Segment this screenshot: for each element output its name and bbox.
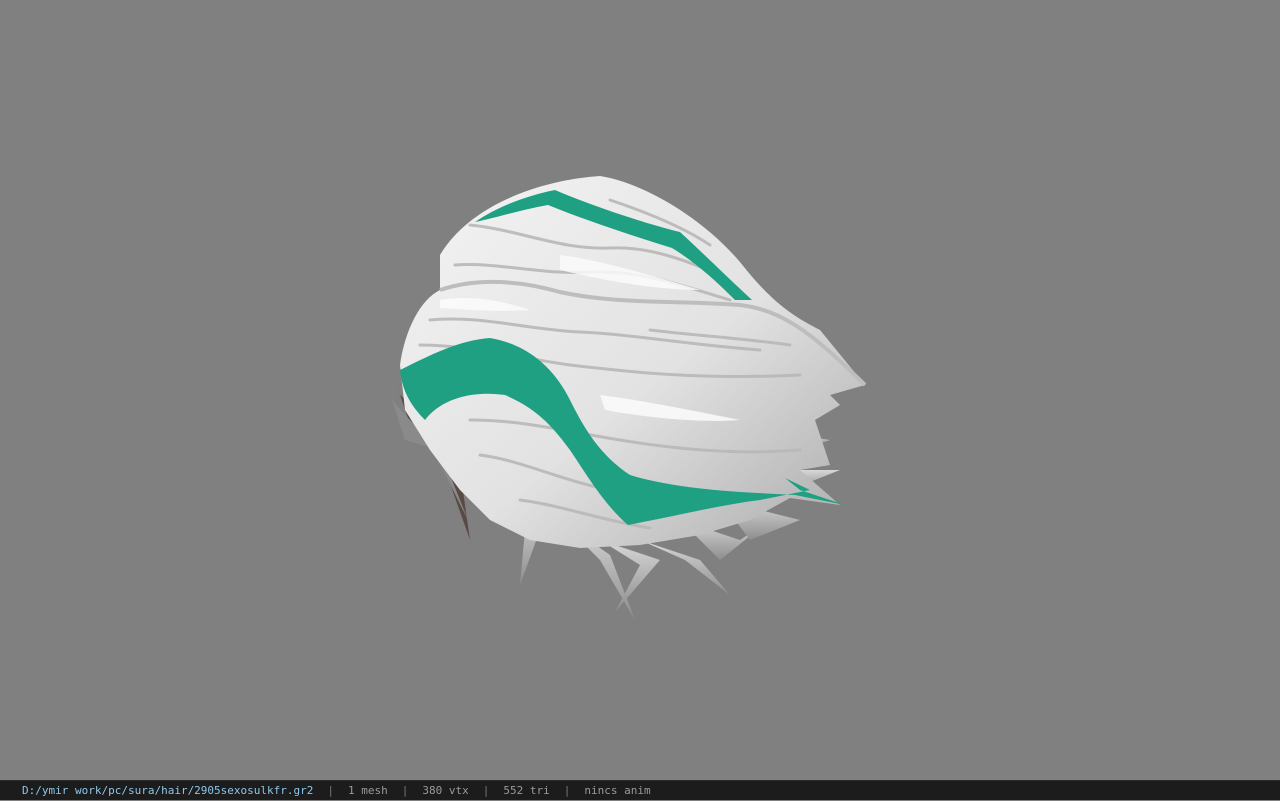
vertex-count: 380 vtx (422, 783, 469, 797)
hair-model-render (392, 176, 867, 620)
mesh-count: 1 mesh (348, 783, 388, 797)
triangle-count: 552 tri (503, 783, 550, 797)
status-separator: | (327, 783, 335, 797)
status-separator: | (482, 783, 490, 797)
model-file-path: D:/ymir work/pc/sura/hair/2905sexosulkfr… (22, 783, 314, 797)
status-separator: | (401, 783, 409, 797)
animation-status: nincs anim (584, 783, 651, 797)
status-bar: D:/ymir work/pc/sura/hair/2905sexosulkfr… (0, 780, 1280, 800)
status-separator: | (563, 783, 571, 797)
3d-viewport[interactable] (0, 0, 1280, 780)
